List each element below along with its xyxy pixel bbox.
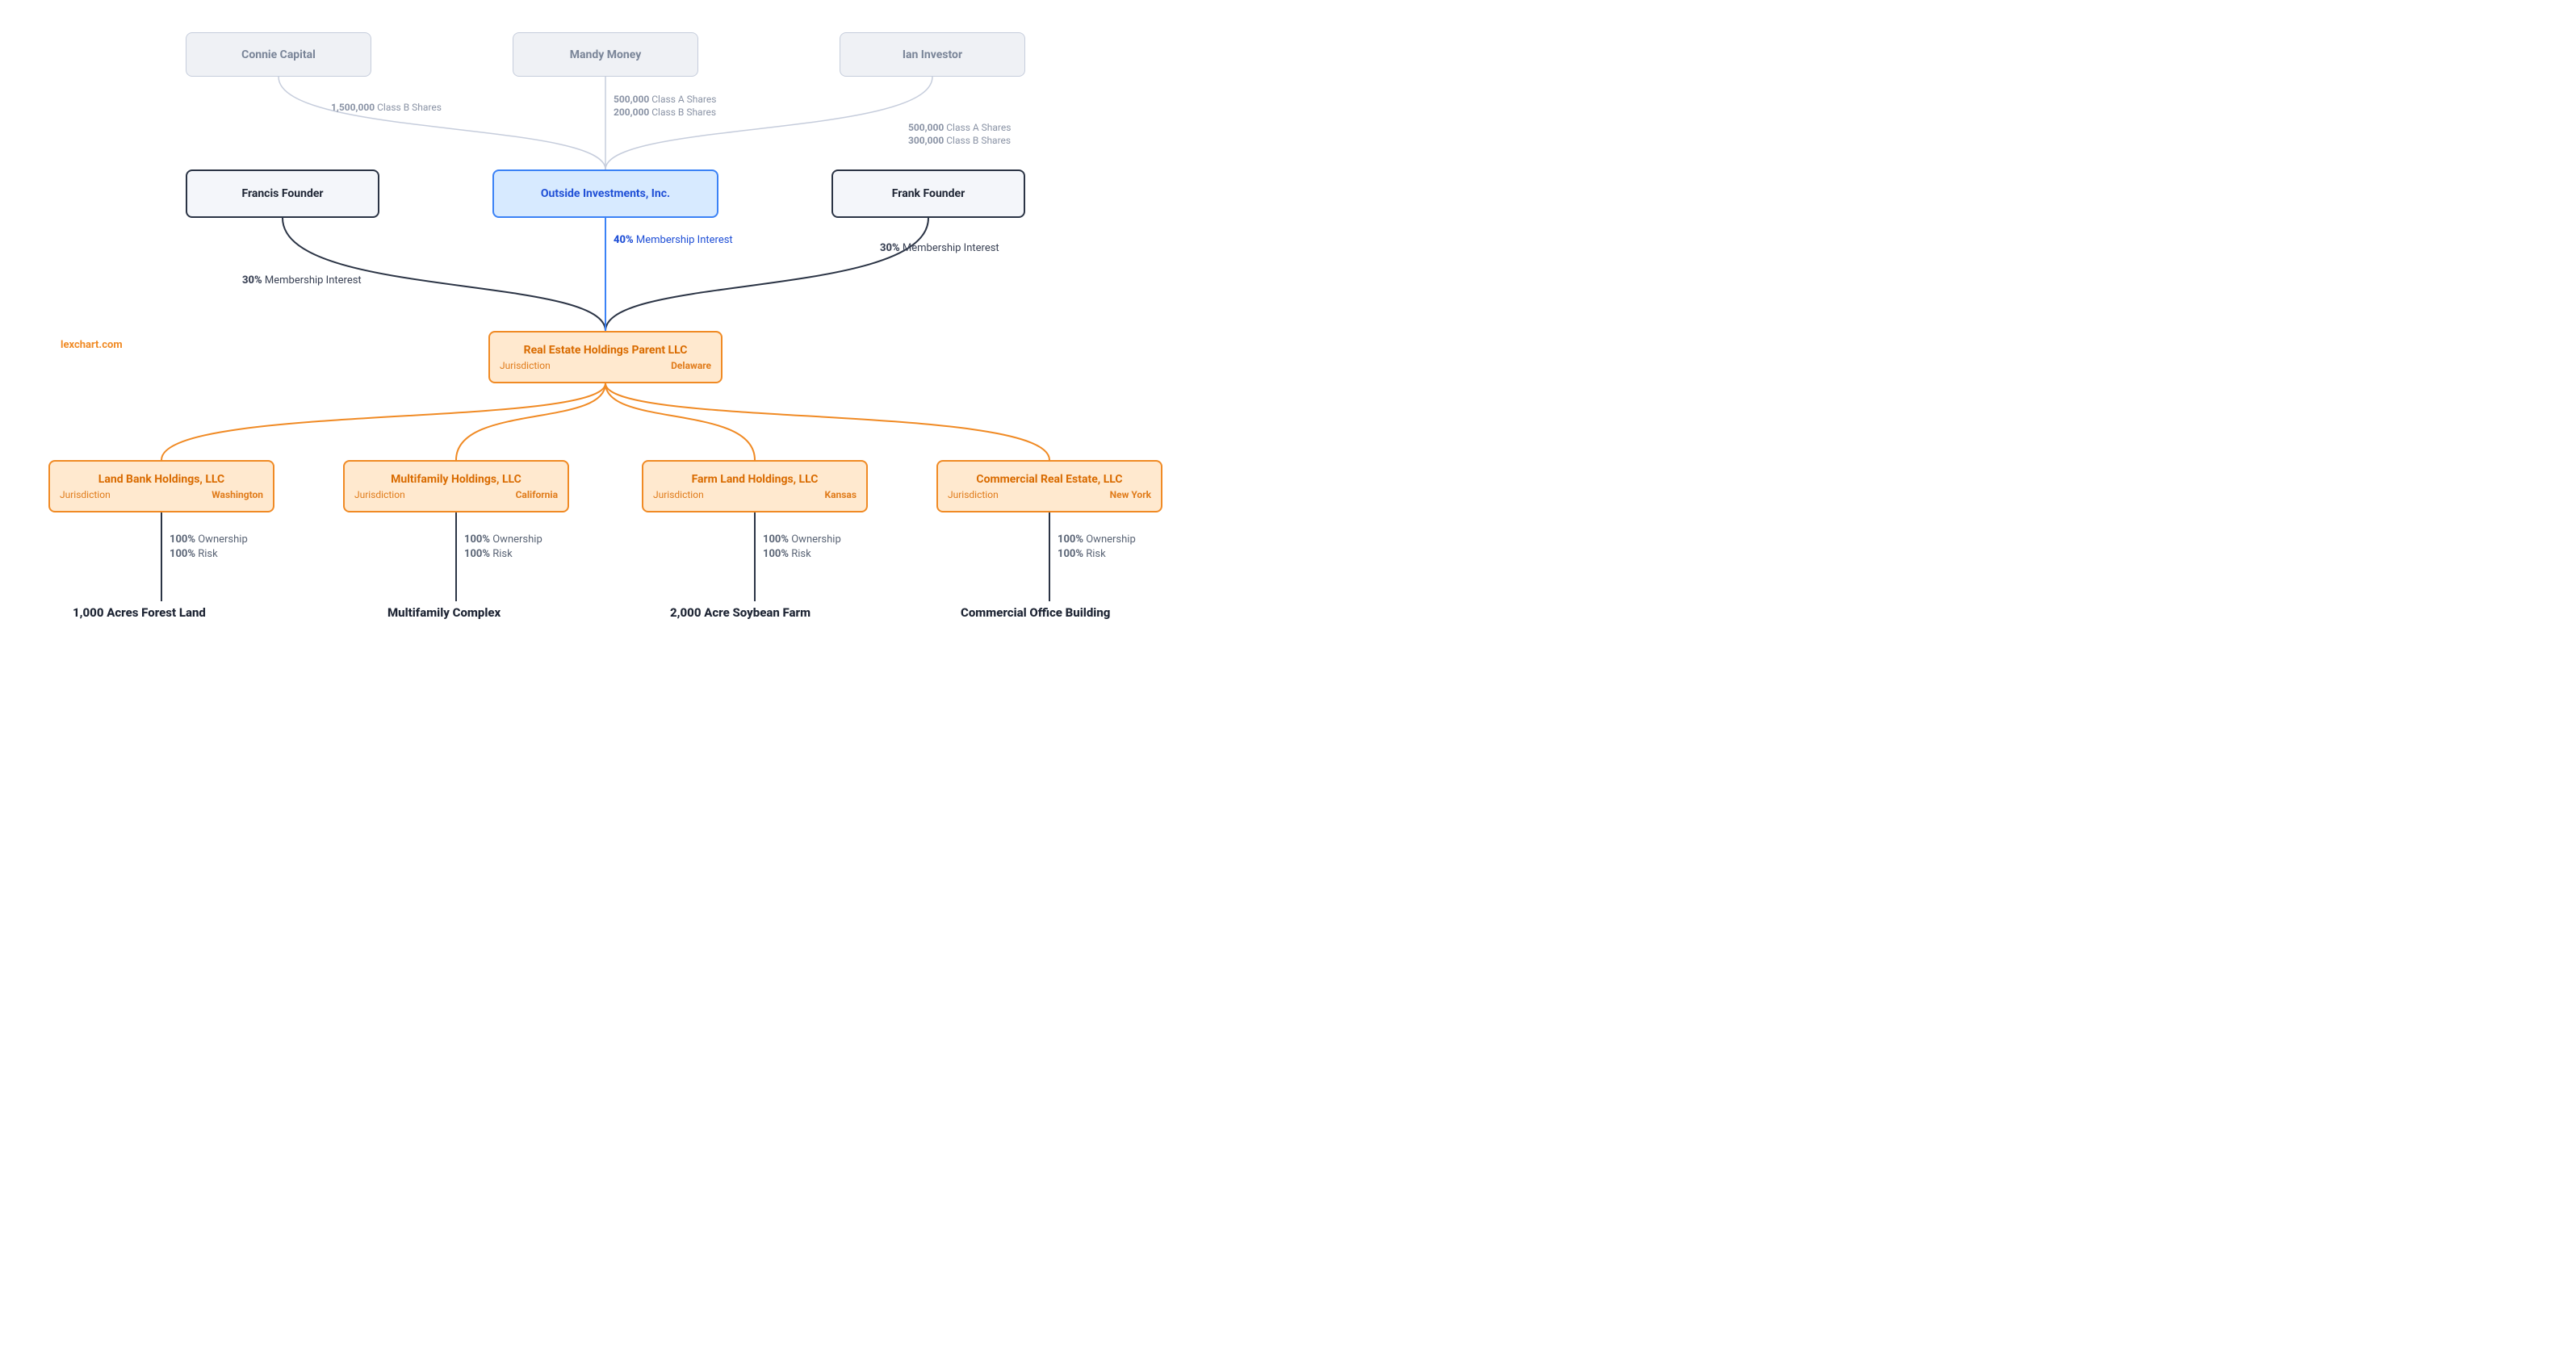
node-title: Ian Investor xyxy=(850,48,1015,61)
node-sub-land[interactable]: Land Bank Holdings, LLC JurisdictionWash… xyxy=(48,460,274,512)
asset-land: 1,000 Acres Forest Land xyxy=(73,605,206,620)
node-title: Outside Investments, Inc. xyxy=(504,187,707,200)
edge-label-shares-mandy: 500,000 Class A Shares 200,000 Class B S… xyxy=(614,93,716,119)
edge-label-own-multi: 100% Ownership 100% Risk xyxy=(464,533,542,561)
jurisdiction-row: JurisdictionWashington xyxy=(60,489,263,500)
node-title: Land Bank Holdings, LLC xyxy=(60,473,263,486)
asset-comm: Commercial Office Building xyxy=(961,605,1110,620)
node-investor-connie[interactable]: Connie Capital xyxy=(186,32,371,77)
node-parent-llc[interactable]: Real Estate Holdings Parent LLC Jurisdic… xyxy=(488,331,723,383)
node-title: Multifamily Holdings, LLC xyxy=(354,473,558,486)
node-sub-multi[interactable]: Multifamily Holdings, LLC JurisdictionCa… xyxy=(343,460,569,512)
node-investor-ian[interactable]: Ian Investor xyxy=(840,32,1025,77)
edge-label-membership-outside: 40% Membership Interest xyxy=(614,234,733,246)
node-title: Farm Land Holdings, LLC xyxy=(653,473,857,486)
node-owner-frank[interactable]: Frank Founder xyxy=(831,169,1025,218)
node-title: Frank Founder xyxy=(843,187,1014,200)
node-outside-investments[interactable]: Outside Investments, Inc. xyxy=(492,169,718,218)
jurisdiction-row: JurisdictionKansas xyxy=(653,489,857,500)
watermark-label: lexchart.com xyxy=(61,339,123,351)
node-title: Real Estate Holdings Parent LLC xyxy=(500,344,711,357)
jurisdiction-row: Jurisdiction Delaware xyxy=(500,360,711,371)
node-title: Mandy Money xyxy=(523,48,688,61)
node-title: Francis Founder xyxy=(197,187,368,200)
edge-label-own-farm: 100% Ownership 100% Risk xyxy=(763,533,841,561)
node-sub-comm[interactable]: Commercial Real Estate, LLC Jurisdiction… xyxy=(936,460,1162,512)
edge-label-own-comm: 100% Ownership 100% Risk xyxy=(1058,533,1136,561)
node-investor-mandy[interactable]: Mandy Money xyxy=(513,32,698,77)
edge-label-membership-frank: 30% Membership Interest xyxy=(880,242,999,254)
jurisdiction-row: JurisdictionCalifornia xyxy=(354,489,558,500)
node-title: Commercial Real Estate, LLC xyxy=(948,473,1151,486)
edge-label-own-land: 100% Ownership 100% Risk xyxy=(170,533,248,561)
asset-farm: 2,000 Acre Soybean Farm xyxy=(670,605,810,620)
edge-label-shares-connie: 1,500,000 Class B Shares xyxy=(331,101,442,114)
edge-label-shares-ian: 500,000 Class A Shares 300,000 Class B S… xyxy=(908,121,1011,147)
jurisdiction-row: JurisdictionNew York xyxy=(948,489,1151,500)
asset-multi: Multifamily Complex xyxy=(387,605,501,620)
node-title: Connie Capital xyxy=(196,48,361,61)
edge-label-membership-francis: 30% Membership Interest xyxy=(242,274,362,287)
node-owner-francis[interactable]: Francis Founder xyxy=(186,169,379,218)
node-sub-farm[interactable]: Farm Land Holdings, LLC JurisdictionKans… xyxy=(642,460,868,512)
